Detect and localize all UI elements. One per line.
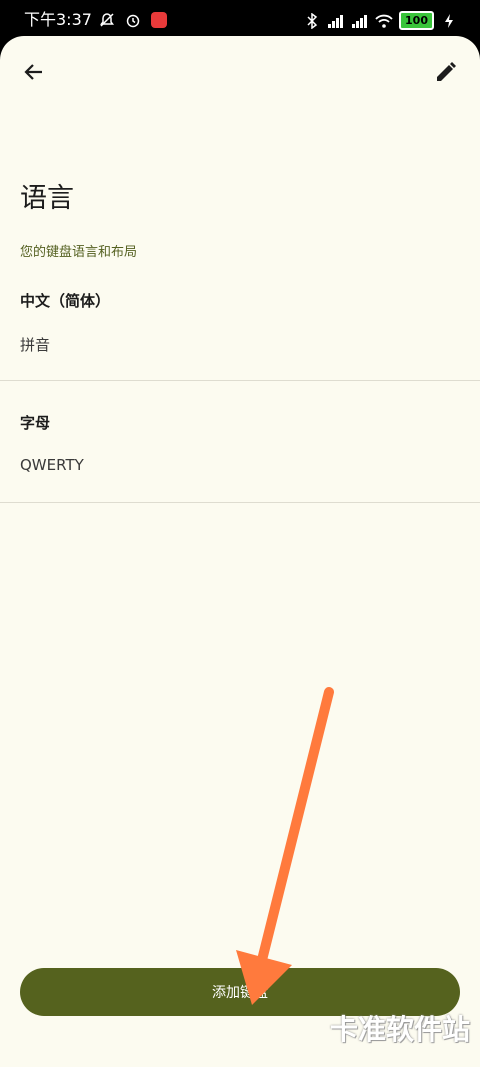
language-settings-screen: 语言 您的键盘语言和布局 中文（简体） 拼音 字母 QWERTY [0,36,480,1067]
status-time: 下午3:37 [24,10,92,29]
language-name: 字母 [20,414,51,432]
app-badge-icon [150,11,168,29]
signal-hd-2-icon [351,12,369,30]
language-item-alphabet[interactable]: 字母 QWERTY [0,398,480,502]
wifi-icon [375,12,393,30]
divider [0,380,480,381]
status-left-icons [98,11,168,29]
language-layout: 拼音 [20,336,51,354]
status-right-icons: 100 [303,11,458,30]
bluetooth-icon [303,12,321,30]
divider [0,502,480,503]
signal-hd-1-icon [327,12,345,30]
back-button[interactable] [14,54,54,94]
language-layout: QWERTY [20,456,84,474]
page-title: 语言 [20,183,74,214]
language-item-chinese[interactable]: 中文（简体） 拼音 [0,276,480,380]
notification-muted-icon [98,11,116,29]
battery-icon: 100 [399,11,434,30]
charging-icon [440,12,458,30]
pencil-icon [434,60,458,88]
arrow-back-icon [22,60,46,88]
watermark: 卡准软件站 [329,1013,470,1046]
edit-button[interactable] [426,54,466,94]
language-name: 中文（简体） [20,292,111,310]
alarm-icon [124,11,142,29]
page-subtitle: 您的键盘语言和布局 [20,245,138,260]
